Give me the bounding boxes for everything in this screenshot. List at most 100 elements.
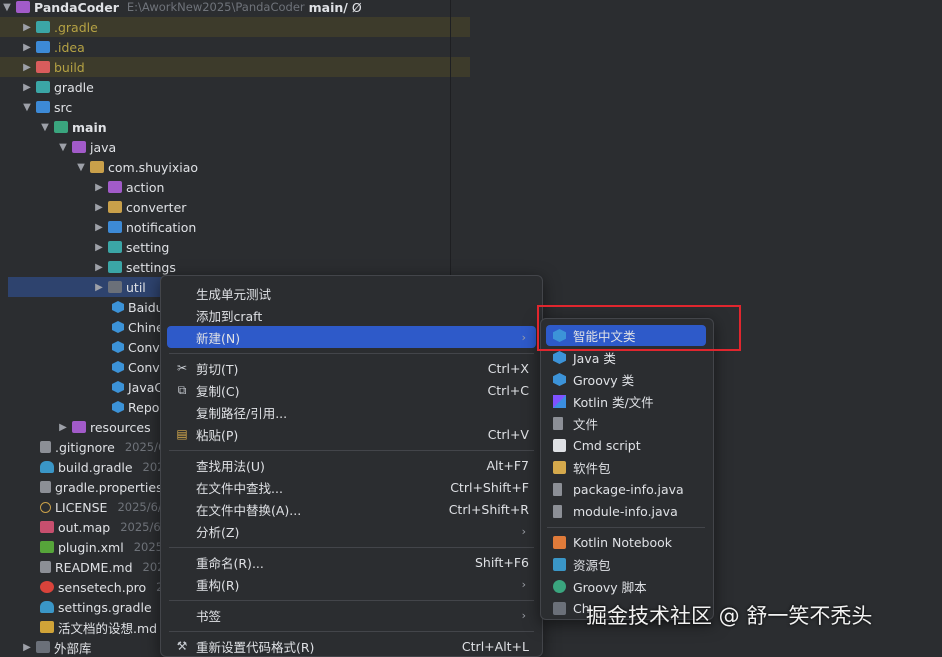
chevron-down-icon[interactable]: ▼ — [74, 162, 88, 173]
submenu-item-groovy-class[interactable]: Groovy 类 — [546, 369, 706, 390]
folder-icon — [36, 101, 50, 113]
submenu-item-label: Kotlin Notebook — [573, 535, 673, 550]
submenu-item-kotlin-notebook[interactable]: Kotlin Notebook — [546, 532, 706, 553]
tree-root[interactable]: ▼ PandaCoder E:\AworkNew2025\PandaCoder … — [0, 0, 450, 17]
tree-item-label: gradle.properties — [55, 479, 163, 495]
folder-icon — [36, 61, 50, 73]
menu-item-label: 重新设置代码格式(R) — [196, 639, 315, 655]
plugin-xml-icon — [40, 541, 54, 553]
tree-item-label: action — [126, 179, 165, 195]
menu-item-label: 粘贴(P) — [196, 427, 239, 443]
tree-item[interactable]: ▼ com.shuyixiao — [0, 157, 524, 177]
menu-item-shortcut: Ctrl+Shift+R — [448, 501, 529, 517]
chevron-right-icon[interactable]: ▶ — [20, 22, 34, 33]
submenu-item-package-info[interactable]: package-info.java — [546, 479, 706, 500]
menu-separator — [169, 600, 534, 601]
chevron-down-icon[interactable]: ▼ — [0, 2, 14, 13]
chevron-down-icon[interactable]: ▼ — [20, 102, 34, 113]
chevron-right-icon: › — [521, 330, 526, 344]
chevron-down-icon[interactable]: ▼ — [38, 122, 52, 133]
menu-item-rename[interactable]: 重命名(R)... Shift+F6 — [167, 551, 536, 573]
submenu-item-resource-bundle[interactable]: 资源包 — [546, 554, 706, 575]
menu-item-shortcut: Shift+F6 — [474, 554, 529, 570]
menu-item-label: 重命名(R)... — [196, 555, 264, 571]
tree-item-label: sensetech.pro — [58, 579, 147, 595]
markdown-icon — [40, 621, 54, 633]
chevron-right-icon[interactable]: ▶ — [92, 222, 106, 233]
menu-item-refactor[interactable]: 重构(R) › — [167, 573, 536, 595]
tree-item[interactable]: ▶ setting — [0, 237, 542, 257]
chevron-right-icon[interactable]: ▶ — [92, 282, 106, 293]
menu-separator — [169, 353, 534, 354]
tree-item-label: resources — [90, 419, 151, 435]
file-icon — [40, 441, 51, 453]
tree-item-label: README.md — [55, 559, 133, 575]
chevron-right-icon[interactable]: ▶ — [92, 182, 106, 193]
tree-item[interactable]: ▶ .gradle — [0, 17, 470, 37]
menu-item-label: 查找用法(U) — [196, 458, 265, 474]
menu-item-shortcut: Ctrl+V — [487, 426, 529, 442]
submenu-item-package[interactable]: 软件包 — [546, 457, 706, 478]
tree-item[interactable]: ▶ converter — [0, 197, 542, 217]
tree-item[interactable]: ▼ main — [0, 117, 488, 137]
menu-separator — [169, 547, 534, 548]
chevron-right-icon[interactable]: ▶ — [20, 642, 34, 653]
chevron-right-icon[interactable]: ▶ — [20, 82, 34, 93]
groovy-class-icon — [553, 373, 566, 386]
menu-item-paste[interactable]: ▤ 粘贴(P) Ctrl+V — [167, 423, 536, 445]
menu-item-copy-path[interactable]: 复制路径/引用... — [167, 401, 536, 423]
java-class-icon — [553, 351, 566, 364]
chevron-right-icon[interactable]: ▶ — [20, 62, 34, 73]
submenu-item-module-info[interactable]: module-info.java — [546, 501, 706, 522]
chevron-right-icon[interactable]: ▶ — [56, 422, 70, 433]
tree-item[interactable]: ▶ gradle — [0, 77, 470, 97]
tree-item[interactable]: ▶ action — [0, 177, 542, 197]
menu-item-find-in-files[interactable]: 在文件中查找... Ctrl+Shift+F — [167, 476, 536, 498]
tree-item-label: Repo — [128, 399, 160, 415]
chevron-right-icon[interactable]: ▶ — [92, 242, 106, 253]
tree-item-label: LICENSE — [55, 499, 108, 515]
menu-item-analyze[interactable]: 分析(Z) › — [167, 520, 536, 542]
chevron-down-icon[interactable]: ▼ — [56, 142, 70, 153]
menu-item-shortcut: Ctrl+X — [487, 360, 529, 376]
menu-item-cut[interactable]: ✂ 剪切(T) Ctrl+X — [167, 357, 536, 379]
copy-icon: ⧉ — [177, 382, 187, 397]
tree-item-label: util — [126, 279, 146, 295]
class-icon — [112, 361, 124, 373]
tree-item[interactable]: ▼ src — [0, 97, 470, 117]
menu-item-add-craft[interactable]: 添加到craft — [167, 304, 536, 326]
tree-item[interactable]: ▼ java — [0, 137, 506, 157]
tree-item-label: .idea — [54, 39, 85, 55]
format-icon: ⚒ — [176, 639, 188, 653]
submenu-item-kotlin[interactable]: Kotlin 类/文件 — [546, 391, 706, 412]
tree-item-label: converter — [126, 199, 187, 215]
menu-item-label: 添加到craft — [196, 308, 263, 324]
tree-item[interactable]: ▶ .idea — [0, 37, 470, 57]
chevron-right-icon[interactable]: ▶ — [20, 42, 34, 53]
menu-item-find-usages[interactable]: 查找用法(U) Alt+F7 — [167, 454, 536, 476]
class-icon — [112, 321, 124, 333]
menu-item-reformat[interactable]: ⚒ 重新设置代码格式(R) Ctrl+Alt+L — [167, 635, 536, 657]
map-file-icon — [40, 521, 54, 533]
scissors-icon: ✂ — [176, 361, 188, 375]
submenu-item-groovy-script[interactable]: Groovy 脚本 — [546, 576, 706, 597]
cmd-icon — [553, 439, 566, 452]
submenu-item-file[interactable]: 文件 — [546, 413, 706, 434]
tree-item-label: src — [54, 99, 73, 115]
menu-item-label: 新建(N) — [196, 330, 241, 346]
gradle-icon — [40, 601, 54, 613]
chevron-right-icon[interactable]: ▶ — [92, 202, 106, 213]
tree-item[interactable]: ▶ notification — [0, 217, 542, 237]
menu-item-replace-in-files[interactable]: 在文件中替换(A)... Ctrl+Shift+R — [167, 498, 536, 520]
submenu-item-label: 资源包 — [573, 558, 611, 573]
tree-item[interactable]: ▶ build — [0, 57, 470, 77]
branch-name: main/ — [308, 0, 348, 15]
submenu-item-cmd-script[interactable]: Cmd script — [546, 435, 706, 456]
chevron-right-icon[interactable]: ▶ — [92, 262, 106, 273]
menu-item-copy[interactable]: ⧉ 复制(C) Ctrl+C — [167, 379, 536, 401]
tree-item[interactable]: ▶ settings — [0, 257, 542, 277]
menu-item-bookmarks[interactable]: 书签 › — [167, 604, 536, 626]
menu-item-generate-test[interactable]: 生成单元测试 — [167, 282, 536, 304]
highlight-box — [537, 305, 741, 351]
menu-item-new[interactable]: 新建(N) › — [167, 326, 536, 348]
